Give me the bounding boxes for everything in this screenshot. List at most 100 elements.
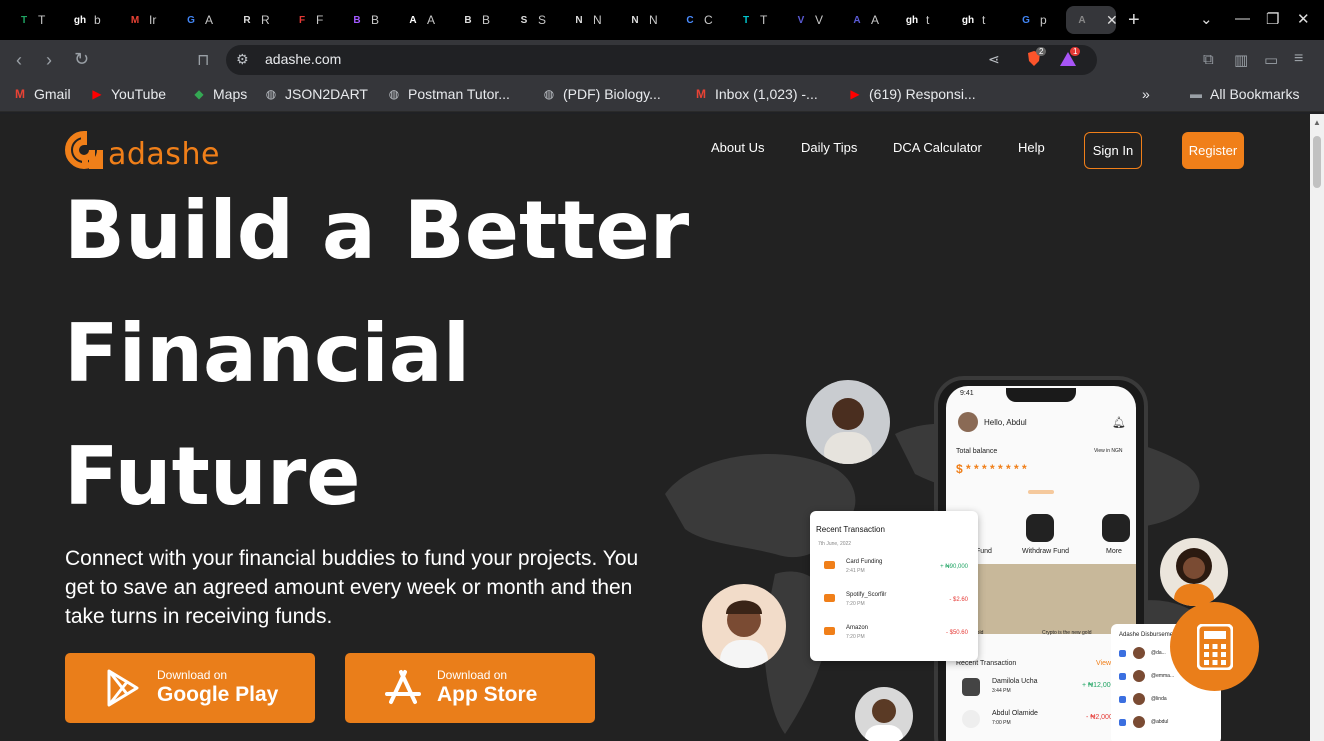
tab-favicon-icon: gh [905, 14, 919, 26]
nav-dca-calculator[interactable]: DCA Calculator [893, 140, 982, 155]
tab-3[interactable]: GA [175, 6, 227, 34]
bookmark-item[interactable]: ◍ JSON2DART [263, 86, 368, 102]
card-txn-amount: - $2.60 [949, 597, 968, 603]
nav-about-us[interactable]: About Us [711, 140, 764, 155]
tab-favicon-icon: C [686, 14, 694, 26]
youtube-icon: ▶ [92, 87, 102, 101]
bookmark-label: Postman Tutor... [408, 86, 510, 102]
tab-6[interactable]: BB [341, 6, 393, 34]
bookmark-item[interactable]: ▶ YouTube [89, 86, 166, 102]
bookmark-item[interactable]: ◆ Maps [191, 86, 247, 102]
tab-favicon-icon: F [298, 14, 306, 26]
bookmark-item[interactable]: M Inbox (1,023) -... [693, 86, 818, 102]
globe-icon: ◍ [543, 87, 555, 101]
carousel-dots [1028, 490, 1054, 494]
tab-14[interactable]: VV [785, 6, 837, 34]
nav-help[interactable]: Help [1018, 140, 1045, 155]
scroll-up-icon[interactable]: ▲ [1313, 118, 1321, 127]
tab-16[interactable]: gh t [896, 6, 948, 34]
recent-transaction-card: Recent Transaction 7th June, 2022 Card F… [810, 511, 978, 661]
tab-label: B [482, 13, 491, 27]
extensions-icon[interactable]: ⧉ [1203, 51, 1214, 68]
page-scrollbar[interactable]: ▲ [1310, 114, 1324, 741]
tab-10[interactable]: NN [563, 6, 615, 34]
scroll-thumb[interactable] [1313, 136, 1321, 188]
card-icon [824, 594, 835, 602]
close-window-icon[interactable]: ✕ [1297, 10, 1310, 28]
bookmark-item[interactable]: M Gmail [12, 86, 71, 102]
gmail-icon: M [696, 87, 706, 101]
bookmark-item[interactable]: ◍ Postman Tutor... [386, 86, 510, 102]
tab-2[interactable]: M Ir [119, 6, 171, 34]
brave-shields-icon[interactable]: 2 [1024, 47, 1047, 72]
sidebar-icon[interactable]: ▥ [1234, 51, 1248, 69]
back-icon[interactable]: ‹ [16, 50, 22, 71]
balance-label: Total balance [956, 448, 998, 455]
calculator-button[interactable] [1170, 602, 1259, 691]
bookmark-label: (PDF) Biology... [563, 86, 661, 102]
tab-17[interactable]: gh t [952, 6, 1004, 34]
tab-favicon-icon: R [243, 14, 251, 26]
maximize-icon[interactable]: ❐ [1266, 10, 1279, 28]
bookmark-item[interactable]: ▶ (619) Responsi... [847, 86, 975, 102]
avatar [1133, 716, 1145, 728]
site-info-icon[interactable]: ⚙ [236, 51, 249, 68]
all-bookmarks[interactable]: ▬ All Bookmarks [1188, 86, 1299, 102]
card-date: 7th June, 2022 [818, 541, 852, 547]
tab-favicon-icon: A [1078, 14, 1086, 26]
tab-7[interactable]: AA [397, 6, 449, 34]
phone-txn-amount-2: - ₦2,000 [1086, 714, 1113, 721]
nav-daily-tips[interactable]: Daily Tips [801, 140, 857, 155]
url-text[interactable]: adashe.com [265, 51, 341, 67]
bookmark-label: Maps [213, 86, 248, 102]
tab-1[interactable]: gh b [64, 6, 116, 34]
bookmarks-overflow[interactable]: » [1142, 86, 1150, 102]
youtube-icon: ▶ [850, 87, 860, 101]
tab-favicon-icon: N [631, 14, 639, 26]
checkbox-icon [1119, 719, 1126, 726]
tab-0[interactable]: TT [8, 6, 60, 34]
forward-icon[interactable]: › [46, 50, 52, 71]
tab-label: A [427, 13, 436, 27]
close-tab-icon[interactable]: ✕ [1106, 12, 1118, 29]
phone-time: 9:41 [960, 390, 974, 397]
bookmark-icon[interactable]: ⊓ [197, 50, 209, 70]
new-tab-button[interactable]: + [1128, 9, 1140, 32]
card-txn-name: Spotify_Scorfilr [846, 592, 887, 598]
hero-line-1: Build a Better [64, 184, 690, 277]
tab-11[interactable]: NN [619, 6, 671, 34]
phone-recent-title: Recent Transaction [956, 660, 1017, 667]
hero-subtitle: Connect with your financial buddies to f… [65, 547, 639, 628]
reload-icon[interactable]: ↻ [74, 49, 89, 70]
tab-13[interactable]: TT [730, 6, 782, 34]
tab-label: t [982, 13, 986, 27]
tab-9[interactable]: SS [508, 6, 560, 34]
tab-19[interactable]: AA✕ [1066, 6, 1118, 34]
tab-favicon-icon: N [575, 14, 583, 26]
tab-4[interactable]: RR [231, 6, 283, 34]
tab-search-icon[interactable]: ⌄ [1200, 10, 1213, 28]
tab-12[interactable]: CC [674, 6, 726, 34]
action-more: More [1106, 548, 1122, 555]
bell-icon: 🔔︎ [1112, 417, 1126, 429]
menu-icon[interactable]: ≡ [1294, 50, 1303, 68]
card-txn-time: 7:20 PM [846, 601, 865, 607]
address-bar[interactable] [226, 45, 1097, 75]
google-play-button[interactable]: Download on Google Play [65, 653, 315, 723]
site-logo[interactable]: adashe [64, 130, 220, 170]
tab-15[interactable]: AA [841, 6, 893, 34]
brave-rewards-icon[interactable]: 1 [1058, 47, 1081, 72]
app-store-button[interactable]: Download on App Store [345, 653, 595, 723]
minimize-icon[interactable]: — [1235, 10, 1250, 27]
phone-txn-amount-1: + ₦12,000 [1082, 682, 1115, 689]
register-button[interactable]: Register [1182, 132, 1244, 169]
share-icon[interactable]: ⋖ [988, 51, 1000, 68]
tab-strip: T Tgh b M Ir G A R R F F B B A A B B S S N N N N C C T T V V A Agh t gh t… [0, 0, 1324, 40]
wallet-icon[interactable]: ▭ [1264, 51, 1278, 69]
tab-18[interactable]: Gp [1010, 6, 1062, 34]
withdraw-fund-icon [1026, 514, 1054, 542]
sign-in-button[interactable]: Sign In [1084, 132, 1142, 169]
tab-8[interactable]: BB [452, 6, 504, 34]
bookmark-item[interactable]: ◍ (PDF) Biology... [541, 86, 661, 102]
tab-5[interactable]: FF [286, 6, 338, 34]
